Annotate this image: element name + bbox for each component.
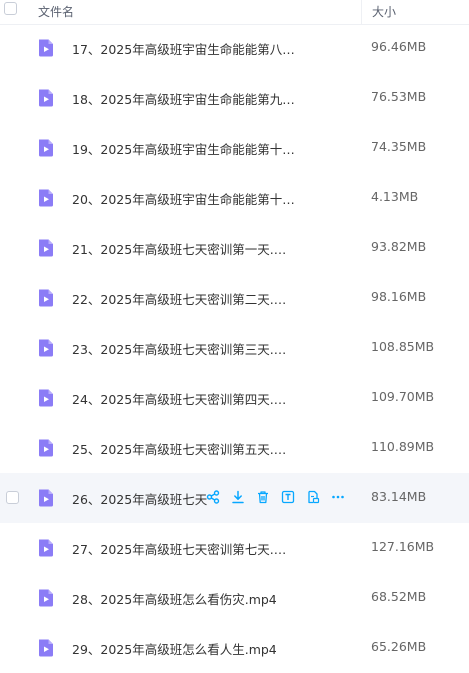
- file-size: 65.26MB: [371, 639, 427, 654]
- file-size: 109.70MB: [371, 389, 435, 404]
- select-all-checkbox[interactable]: [4, 2, 17, 15]
- file-size: 110.89MB: [371, 439, 435, 454]
- column-header-name[interactable]: 文件名: [38, 3, 74, 20]
- video-file-icon: [36, 638, 56, 662]
- file-row[interactable]: 25、2025年高级班七天密训第五天.mp4 110.89MB: [0, 423, 469, 473]
- file-name[interactable]: 25、2025年高级班七天密训第五天.mp4: [72, 439, 297, 458]
- column-divider: [361, 0, 362, 24]
- column-header-size[interactable]: 大小: [372, 3, 396, 20]
- file-name[interactable]: 29、2025年高级班怎么看人生.mp4: [72, 639, 277, 658]
- file-row[interactable]: 22、2025年高级班七天密训第二天.mp4 98.16MB: [0, 273, 469, 323]
- file-name[interactable]: 21、2025年高级班七天密训第一天.mp4: [72, 239, 297, 258]
- file-name[interactable]: 17、2025年高级班宇宙生命能能第八讲...: [72, 39, 297, 58]
- file-size: 76.53MB: [371, 89, 427, 104]
- file-list-header: 文件名 大小: [0, 0, 469, 25]
- row-actions: [205, 487, 346, 507]
- file-name[interactable]: 20、2025年高级班宇宙生命能能第十讲...: [72, 189, 297, 208]
- file-row[interactable]: 29、2025年高级班怎么看人生.mp4 65.26MB: [0, 623, 469, 673]
- file-name[interactable]: 26、2025年高级班七天密: [72, 489, 207, 508]
- file-row[interactable]: 28、2025年高级班怎么看伤灾.mp4 68.52MB: [0, 573, 469, 623]
- video-file-icon: [36, 338, 56, 362]
- delete-icon[interactable]: [255, 489, 271, 505]
- video-file-icon: [36, 188, 56, 212]
- file-row[interactable]: 24、2025年高级班七天密训第四天.mp4 109.70MB: [0, 373, 469, 423]
- file-row[interactable]: 26、2025年高级班七天密 83.14MB: [0, 473, 469, 523]
- file-size: 108.85MB: [371, 339, 435, 354]
- download-icon[interactable]: [230, 489, 246, 505]
- file-name[interactable]: 28、2025年高级班怎么看伤灾.mp4: [72, 589, 277, 608]
- file-name[interactable]: 27、2025年高级班七天密训第七天.mp4: [72, 539, 297, 558]
- file-size: 83.14MB: [371, 489, 427, 504]
- file-name[interactable]: 18、2025年高级班宇宙生命能能第九讲...: [72, 89, 297, 108]
- more-icon[interactable]: [330, 489, 346, 505]
- file-row[interactable]: 21、2025年高级班七天密训第一天.mp4 93.82MB: [0, 223, 469, 273]
- row-checkbox[interactable]: [6, 491, 19, 504]
- video-file-icon: [36, 388, 56, 412]
- file-name[interactable]: 19、2025年高级班宇宙生命能能第十讲...: [72, 139, 297, 158]
- video-file-icon: [36, 38, 56, 62]
- transcode-icon[interactable]: [305, 489, 321, 505]
- file-row[interactable]: 20、2025年高级班宇宙生命能能第十讲... 4.13MB: [0, 173, 469, 223]
- file-size: 98.16MB: [371, 289, 427, 304]
- file-name[interactable]: 22、2025年高级班七天密训第二天.mp4: [72, 289, 297, 308]
- video-file-icon: [36, 88, 56, 112]
- file-row[interactable]: 27、2025年高级班七天密训第七天.mp4 127.16MB: [0, 523, 469, 573]
- file-row[interactable]: 19、2025年高级班宇宙生命能能第十讲... 74.35MB: [0, 123, 469, 173]
- video-file-icon: [36, 138, 56, 162]
- file-name[interactable]: 24、2025年高级班七天密训第四天.mp4: [72, 389, 297, 408]
- share-icon[interactable]: [205, 489, 221, 505]
- file-row[interactable]: 17、2025年高级班宇宙生命能能第八讲... 96.46MB: [0, 23, 469, 73]
- text-extract-icon[interactable]: [280, 489, 296, 505]
- file-size: 93.82MB: [371, 239, 427, 254]
- file-size: 68.52MB: [371, 589, 427, 604]
- file-name[interactable]: 23、2025年高级班七天密训第三天.mp4: [72, 339, 297, 358]
- video-file-icon: [36, 538, 56, 562]
- file-size: 74.35MB: [371, 139, 427, 154]
- video-file-icon: [36, 588, 56, 612]
- file-size: 96.46MB: [371, 39, 427, 54]
- file-row[interactable]: 18、2025年高级班宇宙生命能能第九讲... 76.53MB: [0, 73, 469, 123]
- file-row[interactable]: 23、2025年高级班七天密训第三天.mp4 108.85MB: [0, 323, 469, 373]
- video-file-icon: [36, 238, 56, 262]
- video-file-icon: [36, 438, 56, 462]
- file-size: 4.13MB: [371, 189, 419, 204]
- video-file-icon: [36, 288, 56, 312]
- file-size: 127.16MB: [371, 539, 435, 554]
- video-file-icon: [36, 488, 56, 512]
